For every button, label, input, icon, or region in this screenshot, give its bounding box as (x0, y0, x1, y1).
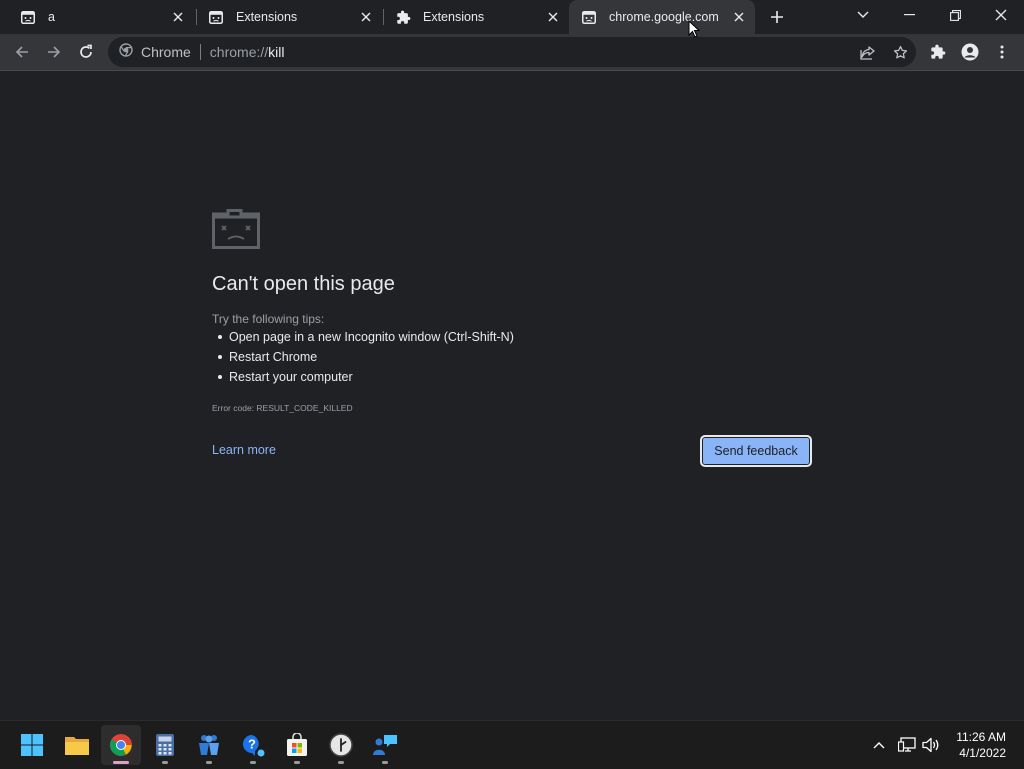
sad-page-icon (20, 9, 36, 25)
get-help-icon[interactable]: ? (233, 725, 273, 765)
back-button[interactable] (8, 38, 36, 66)
running-indicator (294, 761, 300, 764)
url-host: kill (268, 44, 285, 60)
clock-icon[interactable] (321, 725, 361, 765)
chrome-icon (119, 42, 133, 62)
network-icon[interactable] (896, 721, 918, 769)
tab-label: a (48, 10, 55, 24)
browser-toolbar: Chrome chrome://kill (0, 34, 1024, 71)
close-icon[interactable] (729, 7, 749, 27)
tip-text: Open page in a new Incognito window (Ctr… (229, 330, 514, 344)
running-indicator (250, 761, 256, 764)
address-bar[interactable]: Chrome chrome://kill (108, 37, 916, 67)
reload-button[interactable] (72, 38, 100, 66)
new-tab-button[interactable] (764, 5, 790, 29)
tab-extensions-1[interactable]: Extensions (196, 0, 382, 34)
close-icon[interactable] (356, 7, 376, 27)
list-item: Open page in a new Incognito window (Ctr… (212, 327, 514, 347)
sad-page-icon (581, 9, 597, 25)
error-code: Error code: RESULT_CODE_KILLED (212, 403, 353, 413)
taskbar: ? 11:26 AM 4/1/2022 (0, 720, 1024, 769)
minimize-button[interactable] (886, 0, 932, 30)
tip-text: Restart Chrome (229, 350, 318, 364)
forward-button[interactable] (40, 38, 68, 66)
bullet (218, 355, 222, 359)
running-indicator (338, 761, 344, 764)
puzzle-icon (395, 9, 411, 25)
tab-label: Extensions (236, 10, 298, 24)
url-scheme: chrome:// (209, 44, 269, 60)
volume-icon[interactable] (920, 721, 942, 769)
clock-time: 11:26 AM (956, 730, 1006, 744)
start-icon[interactable] (12, 725, 52, 765)
feedback-hub-icon[interactable] (365, 725, 405, 765)
tab-extensions-2[interactable]: Extensions (383, 0, 569, 34)
tips-heading: Try the following tips: (212, 312, 325, 326)
site-chip-label: Chrome (141, 44, 191, 60)
bullet (218, 375, 222, 379)
sad-folder-icon (212, 209, 260, 254)
more-menu-icon[interactable] (988, 38, 1016, 66)
site-info-chip[interactable]: Chrome (119, 42, 191, 62)
tab-strip: a Extensions Extensions chrome.google.co… (0, 0, 1024, 34)
tab-chrome-google-com[interactable]: chrome.google.com (569, 0, 755, 34)
tab-a[interactable]: a (8, 0, 194, 34)
calculator-icon[interactable] (145, 725, 185, 765)
running-indicator (206, 761, 212, 764)
system-clock[interactable]: 11:26 AM 4/1/2022 (956, 729, 1006, 761)
active-indicator (113, 761, 129, 764)
teams-icon[interactable] (189, 725, 229, 765)
mouse-cursor-icon (688, 19, 701, 43)
page-title: Can't open this page (212, 273, 395, 295)
bookmark-star-icon[interactable] (884, 37, 916, 67)
list-item: Restart Chrome (212, 347, 514, 367)
share-icon[interactable] (852, 37, 884, 67)
omnibox-divider (199, 44, 201, 60)
profile-avatar-icon[interactable] (956, 38, 984, 66)
close-icon[interactable] (543, 7, 563, 27)
extensions-icon[interactable] (924, 38, 952, 66)
tip-text: Restart your computer (229, 370, 353, 384)
running-indicator (162, 761, 168, 764)
page-content: Can't open this page Try the following t… (0, 71, 1024, 720)
chrome-icon[interactable] (101, 725, 141, 765)
close-window-button[interactable] (978, 0, 1024, 30)
show-hidden-icons-button[interactable] (868, 721, 890, 769)
url-text[interactable]: chrome://kill (210, 44, 285, 60)
sad-page-icon (208, 9, 224, 25)
svg-text:?: ? (248, 737, 256, 752)
tips-list: Open page in a new Incognito window (Ctr… (212, 327, 514, 387)
close-icon[interactable] (168, 7, 188, 27)
clock-date: 4/1/2022 (959, 746, 1006, 760)
list-item: Restart your computer (212, 367, 514, 387)
microsoft-store-icon[interactable] (277, 725, 317, 765)
running-indicator (382, 761, 388, 764)
tab-search-button[interactable] (840, 0, 886, 30)
tab-label: Extensions (423, 10, 485, 24)
send-feedback-button[interactable]: Send feedback (700, 435, 812, 467)
file-explorer-icon[interactable] (57, 725, 97, 765)
restore-button[interactable] (932, 0, 978, 30)
tab-label: chrome.google.com (609, 10, 719, 24)
learn-more-link[interactable]: Learn more (212, 443, 276, 457)
bullet (218, 335, 222, 339)
